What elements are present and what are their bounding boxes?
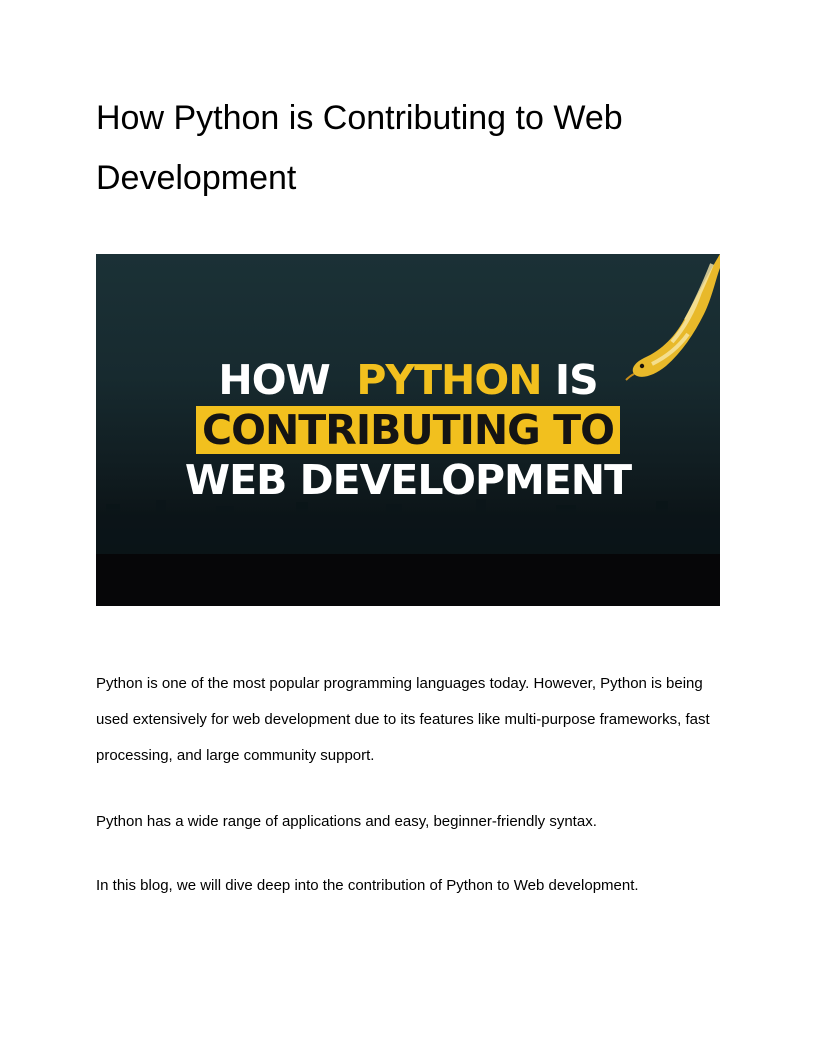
hero-word-python: PYTHON <box>356 356 542 404</box>
hero-text-line-3: WEB DEVELOPMENT <box>184 456 632 504</box>
paragraph-applications: Python has a wide range of applications … <box>96 813 597 830</box>
hero-highlight-text: CONTRIBUTING TO <box>196 406 620 454</box>
hero-word-is: IS <box>554 356 599 404</box>
paragraph-intro: Python is one of the most popular progra… <box>96 675 710 764</box>
page-title: How Python is Contributing to Web Develo… <box>96 99 623 197</box>
paragraph-blog-overview: In this blog, we will dive deep into the… <box>96 877 639 894</box>
hero-text-line-2: CONTRIBUTING TO <box>96 406 720 454</box>
hero-word-how: HOW <box>218 356 330 404</box>
hero-text-line-1: HOW PYTHON IS <box>96 356 720 404</box>
hero-banner-image: HOW PYTHON IS CONTRIBUTING TO WEB DEVELO… <box>96 254 720 606</box>
